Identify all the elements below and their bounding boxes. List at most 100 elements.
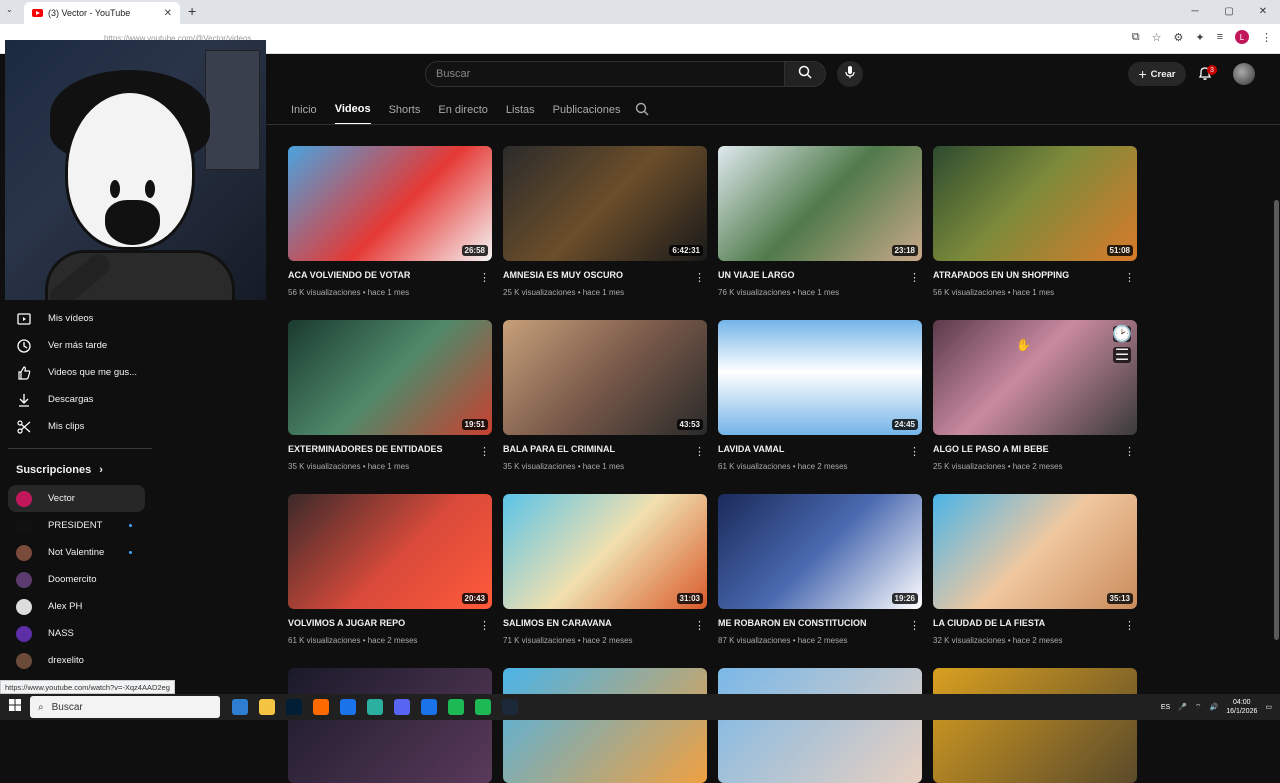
video-title[interactable]: SALIMOS EN CARAVANA: [503, 618, 707, 628]
video-thumbnail[interactable]: 🕑 ☰: [933, 320, 1137, 435]
extension-icon[interactable]: ⚙: [1173, 31, 1183, 44]
video-thumbnail[interactable]: [503, 668, 707, 783]
video-thumbnail[interactable]: [718, 668, 922, 783]
channel-tab[interactable]: En directo: [438, 95, 488, 125]
video-thumbnail[interactable]: 51:08: [933, 146, 1137, 261]
video-menu-icon[interactable]: ⋮: [479, 619, 490, 632]
clock[interactable]: 04:00 16/1/2026: [1226, 698, 1257, 716]
video-card[interactable]: 43:53 BALA PARA EL CRIMINAL 35 K visualiza…: [503, 320, 707, 471]
video-thumbnail[interactable]: [288, 668, 492, 783]
subscription-item[interactable]: Not Valentine: [0, 539, 160, 566]
taskbar-search[interactable]: ⌕ Buscar: [30, 696, 220, 718]
sidebar-item-liked-videos[interactable]: Videos que me gus...: [0, 359, 160, 386]
taskbar-app-icon[interactable]: [421, 699, 437, 715]
minimize-button[interactable]: ─: [1178, 0, 1212, 22]
channel-tab[interactable]: Videos: [334, 95, 371, 125]
subscription-item[interactable]: PRESIDENT: [0, 512, 160, 539]
page-scrollbar[interactable]: [1274, 200, 1279, 640]
channel-tab-search-icon[interactable]: [635, 102, 649, 121]
video-card[interactable]: [933, 668, 1137, 783]
tab-close-icon[interactable]: ✕: [164, 8, 172, 19]
taskbar-app-icon[interactable]: [232, 699, 248, 715]
taskbar-app-icon[interactable]: [286, 699, 302, 715]
video-card[interactable]: [718, 668, 922, 783]
video-thumbnail[interactable]: 31:03: [503, 494, 707, 609]
video-card[interactable]: [288, 668, 492, 783]
sidebar-item-watch-later[interactable]: Ver más tarde: [0, 332, 160, 359]
video-card[interactable]: 6:42:31 AMNESIA ES MUY OSCURO 25 K visuali…: [503, 146, 707, 297]
voice-search-button[interactable]: [837, 61, 863, 87]
sidebar-item-downloads[interactable]: Descargas: [0, 386, 160, 413]
new-tab-button[interactable]: +: [188, 3, 196, 19]
video-title[interactable]: ACA VOLVIENDO DE VOTAR: [288, 270, 492, 280]
video-menu-icon[interactable]: ⋮: [694, 445, 705, 458]
video-menu-icon[interactable]: ⋮: [694, 271, 705, 284]
tab-search-icon[interactable]: ⌄: [6, 5, 13, 14]
taskbar-app-icon[interactable]: [367, 699, 383, 715]
sidebar-item-my-videos[interactable]: Mis vídeos: [0, 305, 160, 332]
video-menu-icon[interactable]: ⋮: [909, 619, 920, 632]
video-card[interactable]: 31:03 SALIMOS EN CARAVANA 71 K visualizaci…: [503, 494, 707, 645]
create-button[interactable]: + Crear: [1128, 62, 1186, 86]
taskbar-app-icon[interactable]: [448, 699, 464, 715]
maximize-button[interactable]: ▢: [1212, 0, 1246, 22]
video-menu-icon[interactable]: ⋮: [479, 271, 490, 284]
video-title[interactable]: EXTERMINADORES DE ENTIDADES: [288, 444, 492, 454]
channel-tab[interactable]: Inicio: [291, 95, 317, 125]
video-title[interactable]: LA CIUDAD DE LA FIESTA: [933, 618, 1137, 628]
video-card[interactable]: 23:18 UN VIAJE LARGO 76 K visualizaciones …: [718, 146, 922, 297]
video-thumbnail[interactable]: 20:43: [288, 494, 492, 609]
video-card[interactable]: 24:45 LAVIDA VAMAL 61 K visualizaciones • …: [718, 320, 922, 471]
video-title[interactable]: ATRAPADOS EN UN SHOPPING: [933, 270, 1137, 280]
video-card[interactable]: 51:08 ATRAPADOS EN UN SHOPPING 56 K visual…: [933, 146, 1137, 297]
video-thumbnail[interactable]: 43:53: [503, 320, 707, 435]
subscription-item[interactable]: NASS: [0, 620, 160, 647]
video-thumbnail[interactable]: [933, 668, 1137, 783]
video-thumbnail[interactable]: 26:58: [288, 146, 492, 261]
notification-center-icon[interactable]: ▭: [1265, 703, 1272, 711]
network-icon[interactable]: ⌔: [1195, 703, 1202, 712]
sidebar-item-clips[interactable]: Mis clips: [0, 413, 160, 440]
user-avatar[interactable]: [1233, 63, 1255, 85]
video-menu-icon[interactable]: ⋮: [1124, 445, 1135, 458]
volume-icon[interactable]: 🔊: [1210, 703, 1219, 711]
taskbar-app-icon[interactable]: [259, 699, 275, 715]
subscription-item[interactable]: Doomercito: [0, 566, 160, 593]
channel-tab[interactable]: Shorts: [389, 95, 421, 125]
video-thumbnail[interactable]: 19:26: [718, 494, 922, 609]
video-title[interactable]: UN VIAJE LARGO: [718, 270, 922, 280]
taskbar-app-icon[interactable]: [502, 699, 518, 715]
video-card[interactable]: 🕑 ☰ ALGO LE PASO A MI BEBE 25 K visualizaci…: [933, 320, 1137, 471]
video-title[interactable]: LAVIDA VAMAL: [718, 444, 922, 454]
channel-tab[interactable]: Publicaciones: [553, 95, 621, 125]
video-card[interactable]: [503, 668, 707, 783]
browser-menu-icon[interactable]: ⋮: [1261, 31, 1272, 44]
video-menu-icon[interactable]: ⋮: [694, 619, 705, 632]
taskbar-app-icon[interactable]: [475, 699, 491, 715]
taskbar-app-icon[interactable]: [394, 699, 410, 715]
video-thumbnail[interactable]: 35:13: [933, 494, 1137, 609]
subscription-item[interactable]: drexelito: [0, 647, 160, 674]
taskbar-app-icon[interactable]: [340, 699, 356, 715]
video-menu-icon[interactable]: ⋮: [1124, 619, 1135, 632]
bookmark-star-icon[interactable]: ☆: [1152, 31, 1162, 44]
microphone-tray-icon[interactable]: 🎤: [1178, 703, 1187, 711]
video-thumbnail[interactable]: 23:18: [718, 146, 922, 261]
video-card[interactable]: 20:43 VOLVIMOS A JUGAR REPO 61 K visualiza…: [288, 494, 492, 645]
subscription-item[interactable]: Alex PH: [0, 593, 160, 620]
watch-later-icon[interactable]: 🕑: [1112, 326, 1132, 343]
puzzle-icon[interactable]: ✦: [1195, 31, 1204, 44]
video-card[interactable]: 35:13 LA CIUDAD DE LA FIESTA 32 K visualiz…: [933, 494, 1137, 645]
channel-tab[interactable]: Listas: [506, 95, 535, 125]
video-thumbnail[interactable]: 19:51: [288, 320, 492, 435]
video-title[interactable]: ME ROBARON EN CONSTITUCION: [718, 618, 922, 628]
video-title[interactable]: VOLVIMOS A JUGAR REPO: [288, 618, 492, 628]
video-title[interactable]: BALA PARA EL CRIMINAL: [503, 444, 707, 454]
cast-icon[interactable]: ⧉: [1132, 31, 1140, 44]
video-menu-icon[interactable]: ⋮: [1124, 271, 1135, 284]
tab-groups-icon[interactable]: ≡: [1217, 31, 1223, 43]
video-thumbnail[interactable]: 6:42:31: [503, 146, 707, 261]
search-button[interactable]: [784, 61, 826, 87]
video-title[interactable]: ALGO LE PASO A MI BEBE: [933, 444, 1137, 454]
video-title[interactable]: AMNESIA ES MUY OSCURO: [503, 270, 707, 280]
